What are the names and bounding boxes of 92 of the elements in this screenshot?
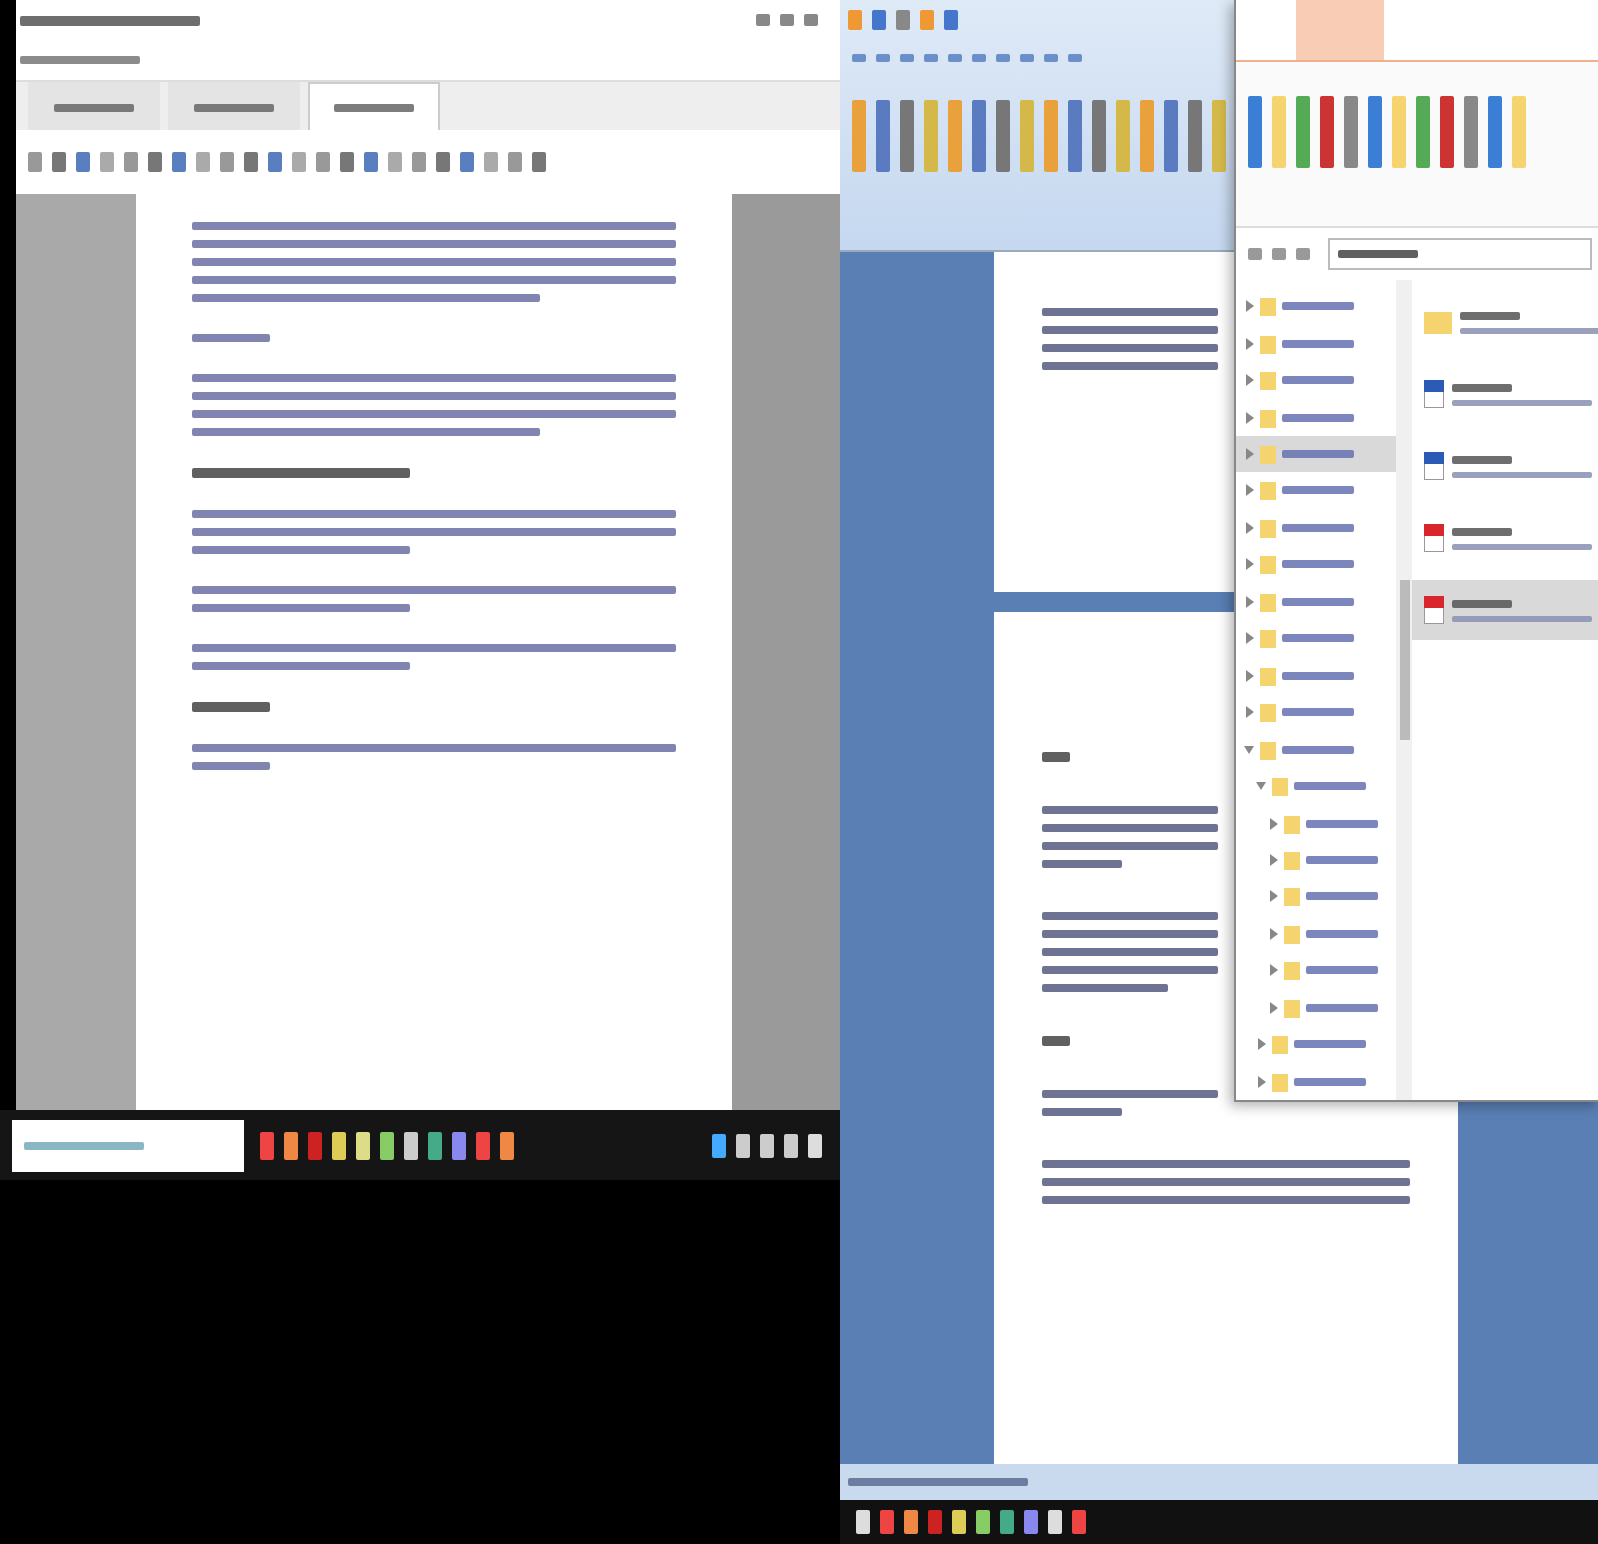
document-icon: [1424, 452, 1444, 480]
chevron-icon: [1268, 890, 1278, 903]
pdf-icon: [1424, 596, 1444, 624]
text-line-drawing: [1306, 929, 1378, 938]
chevron-icon: [1244, 632, 1254, 645]
tab[interactable]: [308, 82, 440, 130]
address-field[interactable]: [1328, 238, 1592, 270]
pdf-icon: [1424, 524, 1444, 552]
chevron-icon: [1268, 1001, 1278, 1014]
folder-icon: [1272, 776, 1288, 797]
folder-icon: [1260, 665, 1276, 686]
folder-icon: [1424, 310, 1452, 334]
tab[interactable]: [168, 82, 300, 130]
scrollbar[interactable]: [1396, 280, 1412, 1100]
text-line-drawing: [1282, 523, 1354, 532]
text-line-drawing: [1282, 450, 1354, 459]
folder-tree-item[interactable]: [1236, 435, 1397, 473]
file-item[interactable]: [1412, 580, 1598, 640]
text-line-drawing: [1282, 597, 1354, 606]
text-line-drawing: [1306, 819, 1378, 828]
text-line-drawing: [1042, 752, 1071, 762]
folder-icon: [1260, 628, 1276, 649]
folder-icon: [1260, 480, 1276, 501]
chevron-icon: [1244, 558, 1254, 571]
text-line-drawing: [1282, 671, 1354, 680]
tab[interactable]: [28, 82, 160, 130]
text-line-drawing: [1282, 486, 1354, 495]
text-line-drawing: [1042, 1036, 1071, 1046]
text-line-drawing: [192, 762, 270, 770]
window-controls-icon: [752, 10, 824, 30]
text-line-drawing: [1294, 782, 1366, 791]
text-line-drawing: [1282, 376, 1354, 385]
folder-icon: [1260, 517, 1276, 538]
folder-icon: [1260, 444, 1276, 465]
text-line-drawing: [1294, 1040, 1366, 1049]
text-line-drawing: [20, 56, 140, 64]
quick-access-icons-drawing: [844, 6, 964, 34]
chevron-icon: [1244, 411, 1254, 424]
chevron-icon: [1268, 927, 1278, 940]
text-line-drawing: [1042, 984, 1169, 992]
text-line-drawing: [1282, 634, 1354, 643]
text-line-drawing: [1282, 302, 1354, 311]
chevron-icon: [1244, 706, 1254, 719]
text-line-drawing: [1282, 413, 1354, 422]
chevron-icon: [1256, 1075, 1266, 1088]
folder-icon: [1260, 333, 1276, 354]
chevron-icon: [1244, 743, 1254, 756]
folder-icon: [1284, 850, 1300, 871]
chevron-icon: [1244, 448, 1254, 461]
chevron-icon: [1268, 964, 1278, 977]
folder-icon: [1260, 702, 1276, 723]
folder-icon: [1260, 739, 1276, 760]
folder-icon: [1284, 997, 1300, 1018]
tray-icons-drawing: [708, 1129, 828, 1161]
text-line-drawing: [1042, 1108, 1122, 1116]
chevron-icon: [1244, 521, 1254, 534]
folder-icon: [1272, 1034, 1288, 1055]
text-line-drawing: [1282, 560, 1354, 569]
navigation-icons-drawing: [1244, 244, 1316, 264]
chevron-icon: [1256, 1038, 1266, 1051]
text-line-drawing: [1306, 1003, 1378, 1012]
folder-icon: [1284, 886, 1300, 907]
document-icon: [1424, 380, 1444, 408]
text-line-drawing: [1306, 892, 1378, 901]
chevron-icon: [1256, 780, 1266, 793]
chevron-icon: [1244, 484, 1254, 497]
chevron-icon: [1268, 854, 1278, 867]
folder-icon: [1260, 296, 1276, 317]
folder-icon: [1272, 1071, 1288, 1092]
text-line-drawing: [1042, 860, 1122, 868]
text-line-drawing: [192, 702, 270, 712]
text-line-drawing: [1282, 745, 1354, 754]
text-line-drawing: [1282, 708, 1354, 717]
text-line-drawing: [1294, 1077, 1366, 1086]
text-line-drawing: [1306, 856, 1378, 865]
text-line-drawing: [192, 334, 270, 342]
chevron-icon: [1244, 300, 1254, 313]
folder-icon: [1260, 370, 1276, 391]
chevron-icon: [1244, 374, 1254, 387]
folder-icon: [1284, 960, 1300, 981]
folder-icon: [1284, 923, 1300, 944]
text-line-drawing: [1306, 966, 1378, 975]
chevron-icon: [1244, 595, 1254, 608]
text-line-drawing: [1282, 339, 1354, 348]
chevron-icon: [1244, 337, 1254, 350]
folder-icon: [1260, 554, 1276, 575]
folder-icon: [1260, 591, 1276, 612]
chevron-icon: [1268, 817, 1278, 830]
folder-icon: [1284, 813, 1300, 834]
chevron-icon: [1244, 669, 1254, 682]
search-field[interactable]: [12, 1119, 244, 1171]
folder-icon: [1260, 407, 1276, 428]
